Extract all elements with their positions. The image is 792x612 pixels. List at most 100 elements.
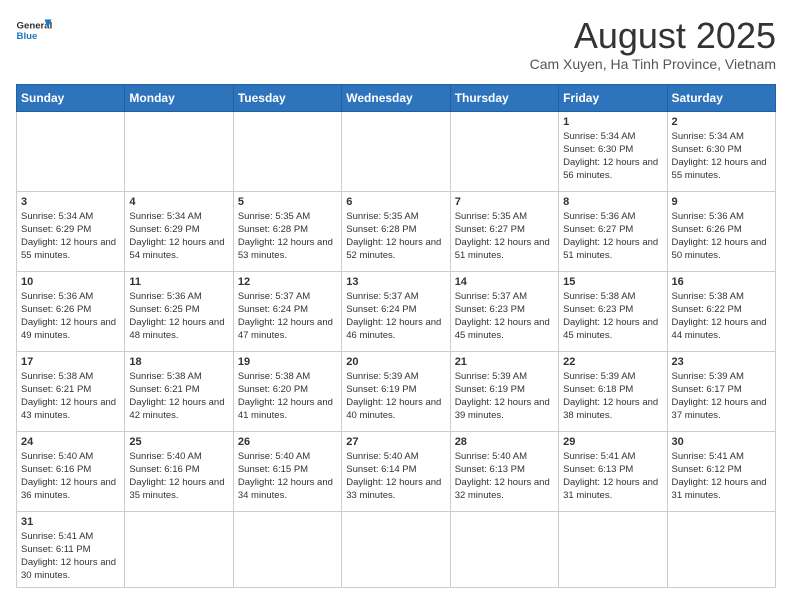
day-info: Sunrise: 5:41 AM Sunset: 6:12 PM Dayligh… <box>672 450 771 503</box>
calendar-cell: 21 Sunrise: 5:39 AM Sunset: 6:19 PM Dayli… <box>450 351 558 431</box>
day-info: Sunrise: 5:36 AM Sunset: 6:26 PM Dayligh… <box>672 210 771 263</box>
day-number: 21 <box>455 356 554 368</box>
week-row-4: 17 Sunrise: 5:38 AM Sunset: 6:21 PM Dayli… <box>17 351 776 431</box>
day-info: Sunrise: 5:35 AM Sunset: 6:27 PM Dayligh… <box>455 210 554 263</box>
calendar-cell: 11Sunrise: 5:36 AM Sunset: 6:25 PM Dayli… <box>125 271 233 351</box>
weekday-header-sunday: Sunday <box>17 84 125 111</box>
weekday-header-monday: Monday <box>125 84 233 111</box>
calendar-cell: 22 Sunrise: 5:39 AM Sunset: 6:18 PM Dayli… <box>559 351 667 431</box>
day-number: 10 <box>21 276 120 288</box>
day-number: 24 <box>21 436 120 448</box>
calendar-cell: 25Sunrise: 5:40 AM Sunset: 6:16 PM Dayli… <box>125 431 233 511</box>
calendar-cell <box>342 511 450 587</box>
calendar-cell: 27 Sunrise: 5:40 AM Sunset: 6:14 PM Dayli… <box>342 431 450 511</box>
day-number: 31 <box>21 516 120 528</box>
svg-text:Blue: Blue <box>17 31 38 42</box>
day-info: Sunrise: 5:34 AM Sunset: 6:30 PM Dayligh… <box>563 130 662 183</box>
calendar-cell: 2 Sunrise: 5:34 AM Sunset: 6:30 PM Daylig… <box>667 111 775 191</box>
calendar-cell: 23Sunrise: 5:39 AM Sunset: 6:17 PM Dayli… <box>667 351 775 431</box>
day-number: 5 <box>238 196 337 208</box>
calendar-cell: 29 Sunrise: 5:41 AM Sunset: 6:13 PM Dayli… <box>559 431 667 511</box>
day-number: 4 <box>129 196 228 208</box>
calendar-cell: 14Sunrise: 5:37 AM Sunset: 6:23 PM Dayli… <box>450 271 558 351</box>
calendar-cell <box>559 511 667 587</box>
calendar-subtitle: Cam Xuyen, Ha Tinh Province, Vietnam <box>530 56 776 72</box>
calendar-cell <box>17 111 125 191</box>
logo: General Blue <box>16 16 52 44</box>
calendar-cell <box>667 511 775 587</box>
day-number: 2 <box>672 116 771 128</box>
day-info: Sunrise: 5:40 AM Sunset: 6:16 PM Dayligh… <box>21 450 120 503</box>
calendar-cell: 24 Sunrise: 5:40 AM Sunset: 6:16 PM Dayli… <box>17 431 125 511</box>
calendar-cell: 31 Sunrise: 5:41 AM Sunset: 6:11 PM Dayli… <box>17 511 125 587</box>
calendar-cell: 10 Sunrise: 5:36 AM Sunset: 6:26 PM Dayli… <box>17 271 125 351</box>
day-number: 28 <box>455 436 554 448</box>
day-info: Sunrise: 5:40 AM Sunset: 6:13 PM Dayligh… <box>455 450 554 503</box>
page-header: General Blue August 2025 Cam Xuyen, Ha T… <box>16 16 776 72</box>
day-info: Sunrise: 5:36 AM Sunset: 6:25 PM Dayligh… <box>129 290 228 343</box>
day-number: 15 <box>563 276 662 288</box>
calendar-cell <box>233 111 341 191</box>
logo-icon: General Blue <box>16 16 52 44</box>
calendar-cell: 13Sunrise: 5:37 AM Sunset: 6:24 PM Dayli… <box>342 271 450 351</box>
day-info: Sunrise: 5:39 AM Sunset: 6:19 PM Dayligh… <box>346 370 445 423</box>
day-info: Sunrise: 5:34 AM Sunset: 6:29 PM Dayligh… <box>129 210 228 263</box>
day-number: 19 <box>238 356 337 368</box>
week-row-3: 10 Sunrise: 5:36 AM Sunset: 6:26 PM Dayli… <box>17 271 776 351</box>
week-row-6: 31 Sunrise: 5:41 AM Sunset: 6:11 PM Dayli… <box>17 511 776 587</box>
calendar-cell: 26Sunrise: 5:40 AM Sunset: 6:15 PM Dayli… <box>233 431 341 511</box>
day-info: Sunrise: 5:36 AM Sunset: 6:27 PM Dayligh… <box>563 210 662 263</box>
calendar-cell <box>450 111 558 191</box>
calendar-cell: 6Sunrise: 5:35 AM Sunset: 6:28 PM Daylig… <box>342 191 450 271</box>
day-info: Sunrise: 5:39 AM Sunset: 6:17 PM Dayligh… <box>672 370 771 423</box>
day-info: Sunrise: 5:39 AM Sunset: 6:18 PM Dayligh… <box>563 370 662 423</box>
day-info: Sunrise: 5:38 AM Sunset: 6:21 PM Dayligh… <box>21 370 120 423</box>
calendar-cell: 28 Sunrise: 5:40 AM Sunset: 6:13 PM Dayli… <box>450 431 558 511</box>
day-info: Sunrise: 5:39 AM Sunset: 6:19 PM Dayligh… <box>455 370 554 423</box>
weekday-header-wednesday: Wednesday <box>342 84 450 111</box>
calendar-cell: 12Sunrise: 5:37 AM Sunset: 6:24 PM Dayli… <box>233 271 341 351</box>
week-row-1: 1Sunrise: 5:34 AM Sunset: 6:30 PM Daylig… <box>17 111 776 191</box>
day-info: Sunrise: 5:41 AM Sunset: 6:11 PM Dayligh… <box>21 530 120 583</box>
day-number: 25 <box>129 436 228 448</box>
day-info: Sunrise: 5:40 AM Sunset: 6:14 PM Dayligh… <box>346 450 445 503</box>
day-number: 18 <box>129 356 228 368</box>
week-row-5: 24 Sunrise: 5:40 AM Sunset: 6:16 PM Dayli… <box>17 431 776 511</box>
calendar-cell: 15 Sunrise: 5:38 AM Sunset: 6:23 PM Dayli… <box>559 271 667 351</box>
day-number: 7 <box>455 196 554 208</box>
day-info: Sunrise: 5:36 AM Sunset: 6:26 PM Dayligh… <box>21 290 120 343</box>
calendar-cell: 3Sunrise: 5:34 AM Sunset: 6:29 PM Daylig… <box>17 191 125 271</box>
day-number: 29 <box>563 436 662 448</box>
day-info: Sunrise: 5:41 AM Sunset: 6:13 PM Dayligh… <box>563 450 662 503</box>
day-info: Sunrise: 5:38 AM Sunset: 6:21 PM Dayligh… <box>129 370 228 423</box>
weekday-header-thursday: Thursday <box>450 84 558 111</box>
calendar-cell <box>125 111 233 191</box>
day-number: 16 <box>672 276 771 288</box>
day-number: 13 <box>346 276 445 288</box>
calendar-cell: 4 Sunrise: 5:34 AM Sunset: 6:29 PM Daylig… <box>125 191 233 271</box>
weekday-header-row: SundayMondayTuesdayWednesdayThursdayFrid… <box>17 84 776 111</box>
calendar-cell <box>342 111 450 191</box>
weekday-header-saturday: Saturday <box>667 84 775 111</box>
day-number: 9 <box>672 196 771 208</box>
calendar-cell <box>450 511 558 587</box>
day-number: 20 <box>346 356 445 368</box>
calendar-cell: 1Sunrise: 5:34 AM Sunset: 6:30 PM Daylig… <box>559 111 667 191</box>
calendar-title: August 2025 <box>530 16 776 56</box>
calendar-table: SundayMondayTuesdayWednesdayThursdayFrid… <box>16 84 776 588</box>
day-number: 27 <box>346 436 445 448</box>
day-number: 22 <box>563 356 662 368</box>
day-info: Sunrise: 5:38 AM Sunset: 6:23 PM Dayligh… <box>563 290 662 343</box>
calendar-cell <box>233 511 341 587</box>
day-number: 6 <box>346 196 445 208</box>
day-number: 17 <box>21 356 120 368</box>
calendar-cell: 17 Sunrise: 5:38 AM Sunset: 6:21 PM Dayli… <box>17 351 125 431</box>
day-number: 3 <box>21 196 120 208</box>
weekday-header-friday: Friday <box>559 84 667 111</box>
calendar-cell: 9 Sunrise: 5:36 AM Sunset: 6:26 PM Daylig… <box>667 191 775 271</box>
title-section: August 2025 Cam Xuyen, Ha Tinh Province,… <box>530 16 776 72</box>
day-number: 14 <box>455 276 554 288</box>
calendar-cell: 30Sunrise: 5:41 AM Sunset: 6:12 PM Dayli… <box>667 431 775 511</box>
calendar-cell: 20 Sunrise: 5:39 AM Sunset: 6:19 PM Dayli… <box>342 351 450 431</box>
day-info: Sunrise: 5:34 AM Sunset: 6:30 PM Dayligh… <box>672 130 771 183</box>
